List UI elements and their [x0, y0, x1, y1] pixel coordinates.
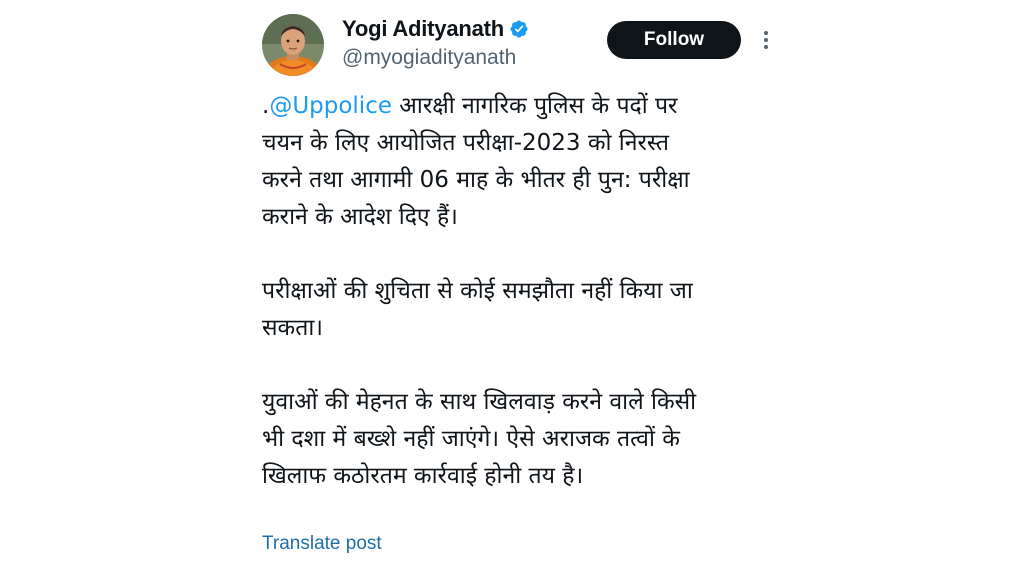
translate-post-link[interactable]: Translate post: [262, 533, 382, 555]
tweet-line: परीक्षाओं की शुचिता से कोई समझौता नहीं क…: [262, 278, 693, 304]
mention-link[interactable]: @Uppolice: [269, 93, 392, 119]
more-vertical-icon[interactable]: [758, 28, 774, 52]
tweet-line: युवाओं की मेहनत के साथ खिलवाड़ करने वाले…: [262, 389, 697, 415]
tweet-card: Yogi Adityanath @myogiadityanath Follow …: [262, 14, 782, 564]
tweet-line-text: आरक्षी नागरिक पुलिस के पदों पर: [392, 93, 678, 119]
author-display-name[interactable]: Yogi Adityanath: [342, 16, 504, 42]
follow-button[interactable]: Follow: [607, 21, 741, 59]
tweet-line: .@Uppolice आरक्षी नागरिक पुलिस के पदों प…: [262, 88, 782, 125]
verified-badge-icon: [509, 19, 529, 39]
tweet-line: खिलाफ कठोरतम कार्रवाई होनी तय है।: [262, 463, 584, 489]
tweet-line: भी दशा में बख्शे नहीं जाएंगे। ऐसे अराजक …: [262, 426, 680, 452]
tweet-line: करने तथा आगामी 06 माह के भीतर ही पुन: पर…: [262, 167, 690, 193]
tweet-line: सकता।: [262, 315, 323, 341]
tweet-line: चयन के लिए आयोजित परीक्षा-2023 को निरस्त: [262, 130, 669, 156]
author-handle[interactable]: @myogiadityanath: [342, 46, 516, 70]
author-name-row: Yogi Adityanath: [342, 16, 529, 42]
tweet-text: .@Uppolice आरक्षी नागरिक पुलिस के पदों प…: [262, 88, 782, 495]
tweet-line: कराने के आदेश दिए हैं।: [262, 204, 458, 230]
profile-photo-icon: [262, 14, 324, 76]
avatar[interactable]: [262, 14, 324, 76]
